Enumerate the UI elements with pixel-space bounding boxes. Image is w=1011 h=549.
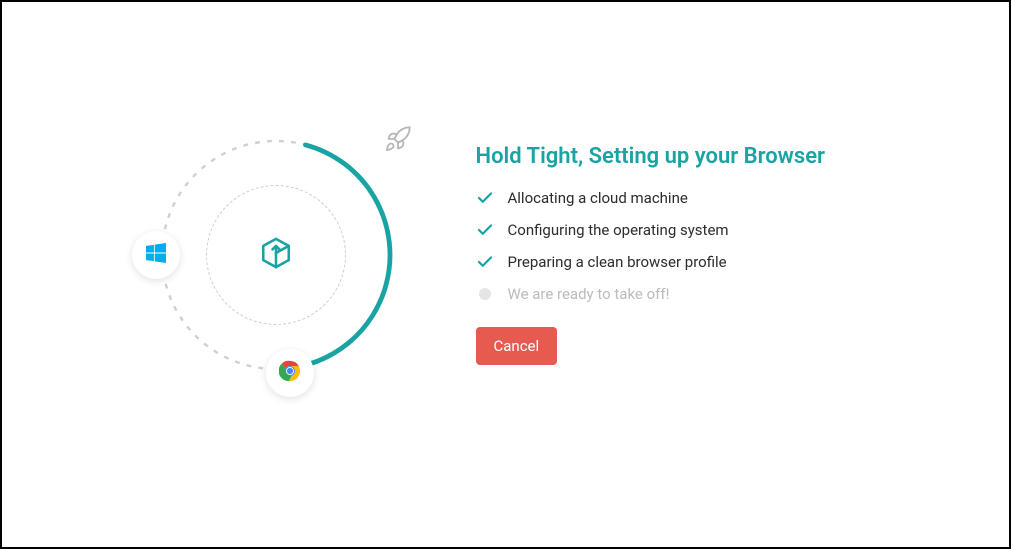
step-item: We are ready to take off!	[476, 285, 856, 303]
pending-dot-icon	[476, 285, 494, 303]
step-label: Preparing a clean browser profile	[508, 253, 727, 271]
setup-steps-list: Allocating a cloud machine Configuring t…	[476, 189, 856, 303]
heading: Hold Tight, Setting up your Browser	[476, 144, 856, 169]
windows-icon	[146, 243, 166, 267]
rocket-icon	[384, 125, 412, 157]
step-label: We are ready to take off!	[508, 285, 670, 303]
check-icon	[476, 221, 494, 239]
loading-visual	[156, 135, 396, 375]
check-icon	[476, 253, 494, 271]
step-item: Preparing a clean browser profile	[476, 253, 856, 271]
check-icon	[476, 189, 494, 207]
app-logo-icon	[259, 236, 293, 274]
browser-badge	[266, 349, 314, 397]
step-item: Configuring the operating system	[476, 221, 856, 239]
cancel-button[interactable]: Cancel	[476, 327, 558, 365]
step-item: Allocating a cloud machine	[476, 189, 856, 207]
chrome-icon	[279, 360, 301, 386]
os-badge	[132, 231, 180, 279]
step-label: Configuring the operating system	[508, 221, 729, 239]
step-label: Allocating a cloud machine	[508, 189, 688, 207]
